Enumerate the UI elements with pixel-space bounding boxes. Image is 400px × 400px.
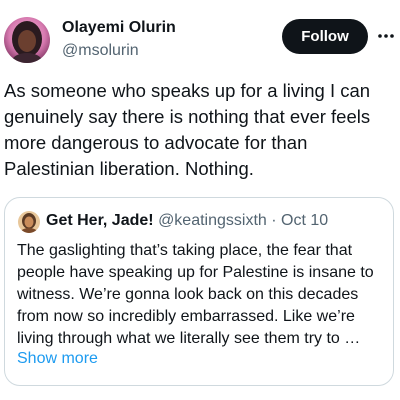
tweet-text: As someone who speaks up for a living I … xyxy=(4,78,396,182)
tweet-text-line: more dangerous to advocate for than xyxy=(4,132,308,153)
more-horizontal-icon xyxy=(378,34,394,38)
tweet-text-line: Palestinian liberation. Nothing. xyxy=(4,158,254,179)
quoted-text-line: witness. We’re gonna look back on this d… xyxy=(17,286,359,303)
quoted-text-line: from now so incredibly embarrassed. Like… xyxy=(17,308,355,325)
quoted-author-name[interactable]: Get Her, Jade! xyxy=(46,212,154,229)
more-options-icon[interactable] xyxy=(376,26,396,46)
author-avatar[interactable] xyxy=(4,17,50,63)
quoted-author-handle[interactable]: @keatingssixth xyxy=(158,212,267,229)
quoted-avatar-image xyxy=(18,211,40,233)
show-more-link[interactable]: Show more xyxy=(17,350,98,368)
quoted-text-line: people have speaking up for Palestine is… xyxy=(17,264,374,281)
tweet: Olayemi Olurin @msolurin Follow As someo… xyxy=(0,0,400,400)
quoted-tweet[interactable]: Get Her, Jade! @keatingssixth · Oct 10 T… xyxy=(4,197,394,386)
tweet-text-line: genuinely say there is nothing that ever… xyxy=(4,106,371,127)
quoted-text: The gaslighting that’s taking place, the… xyxy=(17,240,389,350)
quoted-text-line: The gaslighting that’s taking place, the… xyxy=(17,242,353,259)
avatar-image xyxy=(4,17,50,63)
tweet-text-line: As someone who speaks up for a living I … xyxy=(4,80,371,101)
quoted-header: Get Her, Jade! @keatingssixth · Oct 10 xyxy=(46,212,328,230)
quoted-separator: · xyxy=(271,212,277,229)
quoted-text-line: living through what we literally see the… xyxy=(17,330,361,347)
author-handle[interactable]: @msolurin xyxy=(62,42,139,60)
quoted-date[interactable]: Oct 10 xyxy=(281,212,328,229)
quoted-author-avatar xyxy=(18,211,40,233)
author-name[interactable]: Olayemi Olurin xyxy=(62,19,176,37)
follow-button[interactable]: Follow xyxy=(282,19,368,54)
